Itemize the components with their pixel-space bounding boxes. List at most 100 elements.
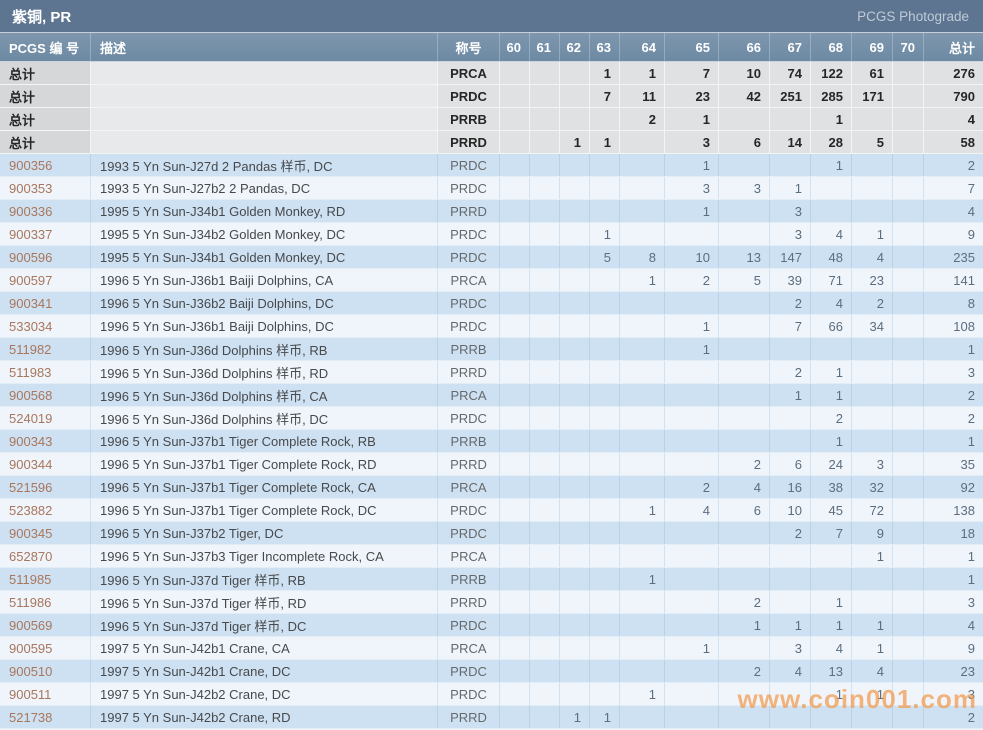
column-header-pcgs-number: PCGS 编 号 <box>0 33 91 61</box>
grade-count-cell-66 <box>719 384 770 406</box>
grade-count-cell-61 <box>530 108 560 130</box>
designation-cell: PRDC <box>438 407 500 429</box>
grade-count-cell-63 <box>590 384 620 406</box>
grade-count-cell-64: 2 <box>620 108 665 130</box>
grade-count-cell-67: 251 <box>770 85 811 107</box>
grade-count-cell-65 <box>665 614 719 636</box>
grade-count-cell-60 <box>500 223 530 245</box>
coin-description: 1996 5 Yn Sun-J37b2 Tiger, DC <box>91 522 438 544</box>
pcgs-number-link[interactable]: 900341 <box>9 296 52 311</box>
column-header-grade-60: 60 <box>500 33 530 61</box>
pcgs-number-cell: 900510 <box>0 660 91 682</box>
pcgs-number-link[interactable]: 900337 <box>9 227 52 242</box>
pcgs-number-link[interactable]: 511986 <box>9 595 51 610</box>
pcgs-number-link[interactable]: 521738 <box>9 710 52 725</box>
pcgs-number-link[interactable]: 652870 <box>9 549 52 564</box>
pcgs-number-link[interactable]: 900569 <box>9 618 52 633</box>
row-total-cell: 2 <box>924 407 983 429</box>
grade-count-cell-69: 32 <box>852 476 893 498</box>
grade-count-cell-68: 1 <box>811 154 852 176</box>
grade-count-cell-68: 1 <box>811 614 852 636</box>
grade-count-cell-70 <box>893 637 924 659</box>
pcgs-number-link[interactable]: 900345 <box>9 526 52 541</box>
grade-count-cell-69 <box>852 706 893 728</box>
pcgs-number-link[interactable]: 900353 <box>9 181 52 196</box>
pcgs-number-cell: 900596 <box>0 246 91 268</box>
grade-count-cell-64 <box>620 361 665 383</box>
pcgs-number-link[interactable]: 533034 <box>9 319 52 334</box>
pcgs-number-link[interactable]: 900597 <box>9 273 52 288</box>
grade-count-cell-63 <box>590 683 620 705</box>
grade-count-cell-65 <box>665 545 719 567</box>
summary-label: 总计 <box>0 62 91 84</box>
grade-count-cell-69: 3 <box>852 453 893 475</box>
pcgs-number-link[interactable]: 900510 <box>9 664 52 679</box>
grade-count-cell-70 <box>893 499 924 521</box>
grade-count-cell-69: 2 <box>852 292 893 314</box>
grade-count-cell-62 <box>560 660 590 682</box>
coin-description: 1996 5 Yn Sun-J37b1 Tiger Complete Rock,… <box>91 499 438 521</box>
grade-count-cell-60 <box>500 522 530 544</box>
grade-count-cell-63 <box>590 614 620 636</box>
pcgs-number-link[interactable]: 900596 <box>9 250 52 265</box>
grade-count-cell-60 <box>500 706 530 728</box>
grade-count-cell-63: 7 <box>590 85 620 107</box>
coin-description: 1996 5 Yn Sun-J37d Tiger 样币, DC <box>91 614 438 636</box>
designation-cell: PRDC <box>438 660 500 682</box>
pcgs-number-link[interactable]: 900356 <box>9 158 52 173</box>
table-row: 5240191996 5 Yn Sun-J36d Dolphins 样币, DC… <box>0 407 983 430</box>
grade-count-cell-62 <box>560 545 590 567</box>
grade-count-cell-64 <box>620 430 665 452</box>
grade-count-cell-65 <box>665 223 719 245</box>
summary-row: 总计PRCA117107412261276 <box>0 62 983 85</box>
grade-count-cell-60 <box>500 246 530 268</box>
coin-description: 1995 5 Yn Sun-J34b1 Golden Monkey, RD <box>91 200 438 222</box>
grade-count-cell-61 <box>530 499 560 521</box>
pcgs-number-cell: 900337 <box>0 223 91 245</box>
grade-count-cell-68: 71 <box>811 269 852 291</box>
pcgs-number-link[interactable]: 900344 <box>9 457 52 472</box>
pcgs-number-link[interactable]: 524019 <box>9 411 52 426</box>
grade-count-cell-64 <box>620 200 665 222</box>
table-row: 9005961995 5 Yn Sun-J34b1 Golden Monkey,… <box>0 246 983 269</box>
pcgs-number-link[interactable]: 900336 <box>9 204 52 219</box>
grade-count-cell-68: 45 <box>811 499 852 521</box>
grade-count-cell-69: 1 <box>852 223 893 245</box>
grade-count-cell-65: 1 <box>665 315 719 337</box>
pcgs-number-cell: 511982 <box>0 338 91 360</box>
grade-count-cell-64: 1 <box>620 269 665 291</box>
pcgs-number-link[interactable]: 511982 <box>9 342 51 357</box>
pcgs-number-link[interactable]: 511983 <box>9 365 51 380</box>
grade-count-cell-66 <box>719 637 770 659</box>
pcgs-number-cell: 900511 <box>0 683 91 705</box>
table-row: 9003411996 5 Yn Sun-J36b2 Baiji Dolphins… <box>0 292 983 315</box>
designation-cell: PRRD <box>438 453 500 475</box>
pcgs-number-cell: 652870 <box>0 545 91 567</box>
grade-count-cell-67 <box>770 568 811 590</box>
table-row: 9005691996 5 Yn Sun-J37d Tiger 样币, DCPRD… <box>0 614 983 637</box>
grade-count-cell-61 <box>530 269 560 291</box>
pcgs-number-link[interactable]: 900343 <box>9 434 52 449</box>
pcgs-number-link[interactable]: 521596 <box>9 480 52 495</box>
pcgs-number-link[interactable]: 900568 <box>9 388 52 403</box>
pcgs-number-link[interactable]: 900595 <box>9 641 52 656</box>
pcgs-number-link[interactable]: 511985 <box>9 572 51 587</box>
pcgs-number-link[interactable]: 523882 <box>9 503 52 518</box>
grade-count-cell-63: 1 <box>590 223 620 245</box>
designation-cell: PRCA <box>438 545 500 567</box>
pcgs-number-link[interactable]: 900511 <box>9 687 51 702</box>
table-row: 9003531993 5 Yn Sun-J27b2 2 Pandas, DCPR… <box>0 177 983 200</box>
grade-count-cell-66 <box>719 568 770 590</box>
table-row: 900336 1995 5 Yn Sun-J34b1 Golden Monkey,… <box>0 200 983 223</box>
grade-count-cell-61 <box>530 430 560 452</box>
grade-count-cell-60 <box>500 683 530 705</box>
grade-count-cell-69 <box>852 407 893 429</box>
grade-count-cell-60 <box>500 591 530 613</box>
grade-count-cell-66: 1 <box>719 614 770 636</box>
column-header-grade-64: 64 <box>620 33 665 61</box>
table-row: 9003561993 5 Yn Sun-J27d 2 Pandas 样币, DC… <box>0 154 983 177</box>
pcgs-number-cell: 900344 <box>0 453 91 475</box>
grade-count-cell-60 <box>500 62 530 84</box>
grade-count-cell-60 <box>500 315 530 337</box>
grade-count-cell-69: 34 <box>852 315 893 337</box>
